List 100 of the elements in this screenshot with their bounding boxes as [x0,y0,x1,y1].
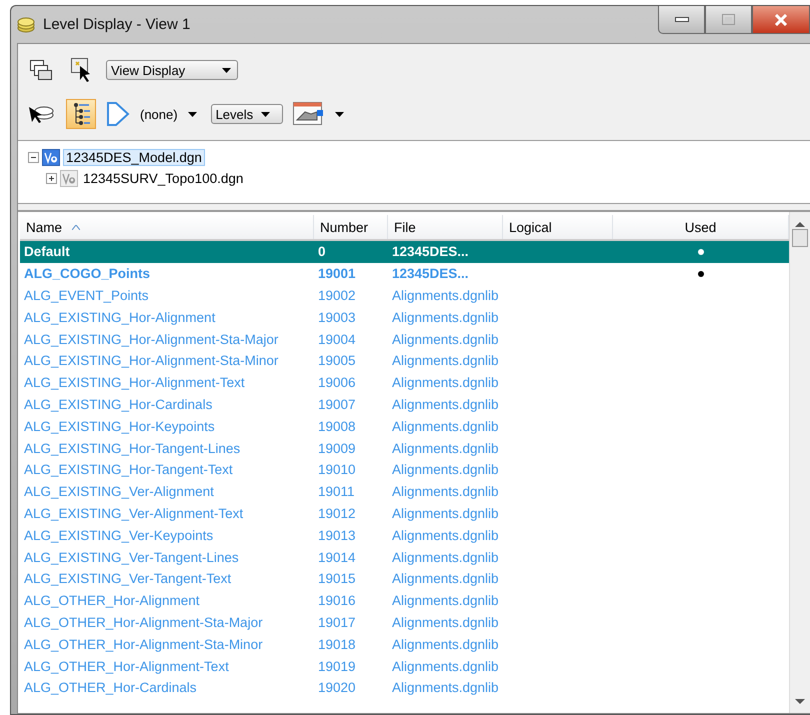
table-row[interactable]: ALG_OTHER_Hor-Alignment-Text 19019 Alignments.dgnlib [20,655,789,677]
close-icon [774,14,788,26]
expander-icon[interactable] [28,152,39,163]
level-name: ALG_OTHER_Hor-Alignment-Text [23,658,230,674]
level-name: ALG_EXISTING_Hor-Alignment-Sta-Minor [23,353,280,368]
level-name: ALG_EXISTING_Ver-Tangent-Text [23,571,232,586]
level-file: 12345DES... [391,266,470,282]
filter-dropdown[interactable]: (none) [140,106,178,122]
table-row[interactable]: ALG_EXISTING_Ver-Tangent-Text 19015 Alignments.dgnlib [20,568,789,590]
scrollbar-thumb[interactable] [792,229,808,247]
level-file: Alignments.dgnlib [391,614,500,630]
level-name: ALG_COGO_Points [23,266,152,282]
level-number: 19011 [317,484,356,500]
level-file: Alignments.dgnlib [391,571,500,586]
table-row[interactable]: ALG_EXISTING_Ver-Alignment-Text 19012 Alignments.dgnlib [20,502,789,524]
level-file: Alignments.dgnlib [391,506,500,521]
maximize-button[interactable] [705,6,752,34]
table-row[interactable]: ALG_EXISTING_Ver-Alignment 19011 Alignments.dgnlib [20,480,789,503]
file-tree-item[interactable]: 12345SURV_Topo100.dgn [81,171,246,186]
level-file: Alignments.dgnlib [391,550,500,565]
level-number: 19019 [317,658,357,674]
level-file: Alignments.dgnlib [391,396,500,412]
table-row[interactable]: ALG_EXISTING_Hor-Alignment-Sta-Major 19004 Alignments.dgnlib [20,328,789,350]
level-file: Alignments.dgnlib [391,484,500,500]
level-number: 19010 [317,462,357,478]
display-icon[interactable] [292,102,325,126]
expander-icon[interactable] [46,173,57,184]
level-number: 19016 [317,593,357,608]
maximize-icon [722,14,735,25]
file-tree-item[interactable]: 12345DES_Model.dgn [63,149,205,166]
level-number: 19005 [317,353,357,368]
table-row[interactable]: ALG_EXISTING_Hor-Alignment-Sta-Minor 19005 Alignments.dgnlib [20,350,789,372]
level-name: ALG_EXISTING_Ver-Keypoints [23,528,214,543]
close-button[interactable] [752,6,810,34]
level-file: Alignments.dgnlib [391,658,500,674]
table-row[interactable]: ALG_EXISTING_Hor-Alignment 19003 Alignments.dgnlib [20,306,789,328]
view-dropdown[interactable]: View Display [106,60,238,80]
window-title: Level Display - View 1 [43,16,190,33]
level-number: 19003 [317,310,357,325]
level-number: 19001 [317,266,357,282]
scroll-up-icon[interactable] [795,221,805,227]
level-number: 19002 [317,288,357,303]
level-file: Alignments.dgnlib [391,353,500,368]
table-row[interactable]: ALG_OTHER_Hor-Alignment-Sta-Minor 19018 Alignments.dgnlib [20,633,789,656]
level-name: ALG_OTHER_Hor-Alignment-Sta-Minor [23,636,264,652]
level-name: ALG_EXISTING_Hor-Alignment [23,310,216,325]
caret-icon [334,112,344,116]
level-number: 19006 [317,375,357,390]
scroll-down-icon[interactable] [795,699,805,705]
tree-view-icon[interactable] [66,99,96,129]
level-name: Default [23,244,71,260]
caret-icon [261,112,270,116]
level-number: 19004 [317,332,357,347]
table-row[interactable]: ALG_EXISTING_Ver-Keypoints 19013 Alignments.dgnlib [20,524,789,546]
level-file: Alignments.dgnlib [391,332,500,347]
level-file: Alignments.dgnlib [391,636,500,652]
level-number: 19009 [317,440,357,456]
table-row[interactable]: ALG_EXISTING_Ver-Tangent-Lines 19014 Alignments.dgnlib [20,546,789,568]
column-header[interactable]: Number [314,215,388,239]
caret-icon [222,68,231,72]
file-icon [42,149,60,166]
table-row[interactable]: ALG_EXISTING_Hor-Cardinals 19007 Alignments.dgnlib [20,394,789,416]
level-name: ALG_EXISTING_Hor-Alignment-Sta-Major [23,332,280,347]
caret-icon [188,112,197,116]
level-name: ALG_EXISTING_Hor-Cardinals [23,396,214,412]
level-name: ALG_EXISTING_Hor-Keypoints [23,418,216,434]
table-row[interactable]: ALG_EXISTING_Hor-Keypoints 19008 Alignments.dgnlib [20,415,789,438]
table-row[interactable]: ALG_EXISTING_Hor-Tangent-Text 19010 Alignments.dgnlib [20,458,789,481]
table-row[interactable]: ALG_OTHER_Hor-Alignment 19016 Alignments.dgnlib [20,590,789,612]
level-number: 19020 [317,680,357,696]
level-name: ALG_OTHER_Hor-Alignment [23,593,201,608]
table-row[interactable]: Default 0 12345DES... [20,241,789,263]
filter-icon[interactable] [106,101,130,127]
column-header[interactable]: File [388,215,503,239]
level-file: Alignments.dgnlib [391,440,500,456]
level-file: Alignments.dgnlib [391,375,500,390]
level-name: ALG_EXISTING_Ver-Alignment [23,484,215,500]
file-icon [60,170,78,187]
level-number: 19014 [317,550,357,565]
level-name: ALG_EXISTING_Ver-Tangent-Lines [23,550,240,565]
table-row[interactable]: ALG_OTHER_Hor-Cardinals 19020 Alignments.dgnlib [20,676,789,699]
table-row[interactable]: ALG_EVENT_Points 19002 Alignments.dgnlib [20,284,789,306]
level-number: 19012 [317,506,357,521]
level-file: Alignments.dgnlib [391,462,500,478]
level-number: 19008 [317,418,357,434]
level-number: 19017 [317,614,357,630]
level-name: ALG_OTHER_Hor-Cardinals [23,680,198,696]
minimize-icon [674,17,688,22]
column-header[interactable]: Name [20,215,314,239]
minimize-button[interactable] [658,6,705,34]
table-row[interactable]: ALG_COGO_Points 19001 12345DES... [20,262,789,285]
table-row[interactable]: ALG_EXISTING_Hor-Tangent-Lines 19009 Alignments.dgnlib [20,437,789,459]
table-row[interactable]: ALG_EXISTING_Hor-Alignment-Text 19006 Alignments.dgnlib [20,372,789,394]
level-name: ALG_EXISTING_Hor-Tangent-Text [23,462,234,478]
column-header[interactable]: Logical [503,215,613,239]
table-row[interactable]: ALG_OTHER_Hor-Alignment-Sta-Major 19017 Alignments.dgnlib [20,612,789,634]
level-name: ALG_EXISTING_Hor-Tangent-Lines [23,440,242,456]
levels-dropdown[interactable]: Levels [210,104,283,124]
level-file: Alignments.dgnlib [391,593,500,608]
level-file: Alignments.dgnlib [391,418,500,434]
